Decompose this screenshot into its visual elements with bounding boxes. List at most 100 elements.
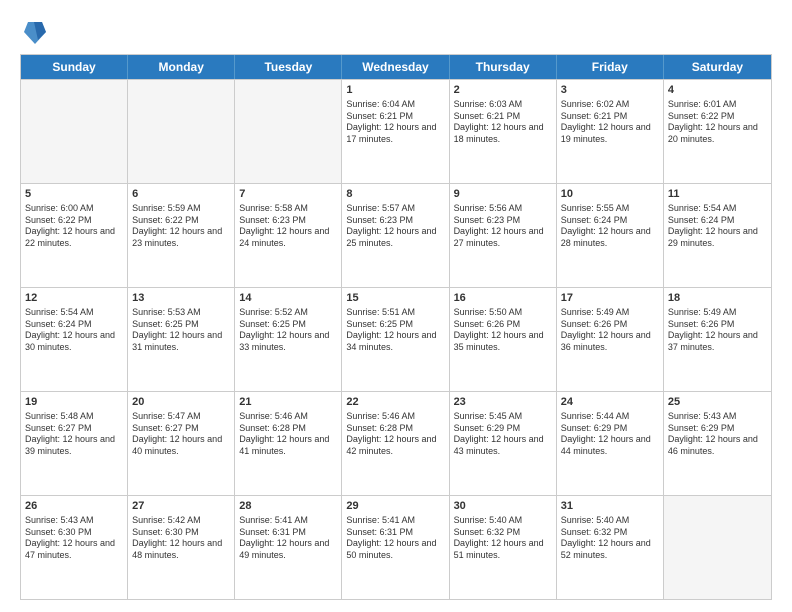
day-number: 27 — [132, 499, 230, 514]
day-number: 30 — [454, 499, 552, 514]
calendar-cell: 16Sunrise: 5:50 AM Sunset: 6:26 PM Dayli… — [450, 288, 557, 391]
calendar-cell: 26Sunrise: 5:43 AM Sunset: 6:30 PM Dayli… — [21, 496, 128, 599]
calendar-cell: 28Sunrise: 5:41 AM Sunset: 6:31 PM Dayli… — [235, 496, 342, 599]
weekday-header: Sunday — [21, 55, 128, 79]
calendar-body: 1Sunrise: 6:04 AM Sunset: 6:21 PM Daylig… — [21, 79, 771, 599]
day-number: 15 — [346, 291, 444, 306]
calendar-cell: 13Sunrise: 5:53 AM Sunset: 6:25 PM Dayli… — [128, 288, 235, 391]
calendar-cell: 5Sunrise: 6:00 AM Sunset: 6:22 PM Daylig… — [21, 184, 128, 287]
cell-text: Sunrise: 5:46 AM Sunset: 6:28 PM Dayligh… — [346, 411, 444, 458]
cell-text: Sunrise: 5:42 AM Sunset: 6:30 PM Dayligh… — [132, 515, 230, 562]
calendar-cell: 15Sunrise: 5:51 AM Sunset: 6:25 PM Dayli… — [342, 288, 449, 391]
calendar-cell: 29Sunrise: 5:41 AM Sunset: 6:31 PM Dayli… — [342, 496, 449, 599]
logo-icon — [24, 18, 46, 46]
cell-text: Sunrise: 5:47 AM Sunset: 6:27 PM Dayligh… — [132, 411, 230, 458]
calendar-cell: 3Sunrise: 6:02 AM Sunset: 6:21 PM Daylig… — [557, 80, 664, 183]
calendar-cell: 25Sunrise: 5:43 AM Sunset: 6:29 PM Dayli… — [664, 392, 771, 495]
calendar-row: 12Sunrise: 5:54 AM Sunset: 6:24 PM Dayli… — [21, 287, 771, 391]
day-number: 29 — [346, 499, 444, 514]
day-number: 19 — [25, 395, 123, 410]
cell-text: Sunrise: 5:50 AM Sunset: 6:26 PM Dayligh… — [454, 307, 552, 354]
cell-text: Sunrise: 5:52 AM Sunset: 6:25 PM Dayligh… — [239, 307, 337, 354]
calendar-cell: 8Sunrise: 5:57 AM Sunset: 6:23 PM Daylig… — [342, 184, 449, 287]
cell-text: Sunrise: 6:00 AM Sunset: 6:22 PM Dayligh… — [25, 203, 123, 250]
cell-text: Sunrise: 5:43 AM Sunset: 6:30 PM Dayligh… — [25, 515, 123, 562]
calendar-cell: 2Sunrise: 6:03 AM Sunset: 6:21 PM Daylig… — [450, 80, 557, 183]
day-number: 6 — [132, 187, 230, 202]
calendar-cell: 4Sunrise: 6:01 AM Sunset: 6:22 PM Daylig… — [664, 80, 771, 183]
day-number: 8 — [346, 187, 444, 202]
day-number: 24 — [561, 395, 659, 410]
day-number: 2 — [454, 83, 552, 98]
calendar-cell: 23Sunrise: 5:45 AM Sunset: 6:29 PM Dayli… — [450, 392, 557, 495]
cell-text: Sunrise: 5:55 AM Sunset: 6:24 PM Dayligh… — [561, 203, 659, 250]
day-number: 5 — [25, 187, 123, 202]
cell-text: Sunrise: 5:46 AM Sunset: 6:28 PM Dayligh… — [239, 411, 337, 458]
cell-text: Sunrise: 5:49 AM Sunset: 6:26 PM Dayligh… — [668, 307, 767, 354]
day-number: 28 — [239, 499, 337, 514]
cell-text: Sunrise: 5:58 AM Sunset: 6:23 PM Dayligh… — [239, 203, 337, 250]
day-number: 18 — [668, 291, 767, 306]
page-header — [20, 18, 772, 46]
calendar-row: 19Sunrise: 5:48 AM Sunset: 6:27 PM Dayli… — [21, 391, 771, 495]
cell-text: Sunrise: 5:54 AM Sunset: 6:24 PM Dayligh… — [25, 307, 123, 354]
day-number: 3 — [561, 83, 659, 98]
day-number: 16 — [454, 291, 552, 306]
calendar-cell: 21Sunrise: 5:46 AM Sunset: 6:28 PM Dayli… — [235, 392, 342, 495]
calendar-cell: 31Sunrise: 5:40 AM Sunset: 6:32 PM Dayli… — [557, 496, 664, 599]
calendar-cell: 6Sunrise: 5:59 AM Sunset: 6:22 PM Daylig… — [128, 184, 235, 287]
day-number: 31 — [561, 499, 659, 514]
cell-text: Sunrise: 6:02 AM Sunset: 6:21 PM Dayligh… — [561, 99, 659, 146]
day-number: 11 — [668, 187, 767, 202]
day-number: 21 — [239, 395, 337, 410]
cell-text: Sunrise: 5:41 AM Sunset: 6:31 PM Dayligh… — [346, 515, 444, 562]
cell-text: Sunrise: 5:41 AM Sunset: 6:31 PM Dayligh… — [239, 515, 337, 562]
weekday-header: Thursday — [450, 55, 557, 79]
calendar-cell — [21, 80, 128, 183]
calendar-cell: 19Sunrise: 5:48 AM Sunset: 6:27 PM Dayli… — [21, 392, 128, 495]
cell-text: Sunrise: 5:40 AM Sunset: 6:32 PM Dayligh… — [454, 515, 552, 562]
cell-text: Sunrise: 5:57 AM Sunset: 6:23 PM Dayligh… — [346, 203, 444, 250]
cell-text: Sunrise: 5:49 AM Sunset: 6:26 PM Dayligh… — [561, 307, 659, 354]
day-number: 13 — [132, 291, 230, 306]
cell-text: Sunrise: 6:03 AM Sunset: 6:21 PM Dayligh… — [454, 99, 552, 146]
cell-text: Sunrise: 5:48 AM Sunset: 6:27 PM Dayligh… — [25, 411, 123, 458]
calendar-cell: 30Sunrise: 5:40 AM Sunset: 6:32 PM Dayli… — [450, 496, 557, 599]
calendar-cell: 9Sunrise: 5:56 AM Sunset: 6:23 PM Daylig… — [450, 184, 557, 287]
calendar-cell: 12Sunrise: 5:54 AM Sunset: 6:24 PM Dayli… — [21, 288, 128, 391]
calendar-cell: 17Sunrise: 5:49 AM Sunset: 6:26 PM Dayli… — [557, 288, 664, 391]
cell-text: Sunrise: 5:51 AM Sunset: 6:25 PM Dayligh… — [346, 307, 444, 354]
calendar-header: SundayMondayTuesdayWednesdayThursdayFrid… — [21, 55, 771, 79]
day-number: 9 — [454, 187, 552, 202]
calendar-cell: 11Sunrise: 5:54 AM Sunset: 6:24 PM Dayli… — [664, 184, 771, 287]
day-number: 17 — [561, 291, 659, 306]
day-number: 14 — [239, 291, 337, 306]
calendar-cell — [235, 80, 342, 183]
calendar-cell: 1Sunrise: 6:04 AM Sunset: 6:21 PM Daylig… — [342, 80, 449, 183]
cell-text: Sunrise: 5:44 AM Sunset: 6:29 PM Dayligh… — [561, 411, 659, 458]
cell-text: Sunrise: 5:45 AM Sunset: 6:29 PM Dayligh… — [454, 411, 552, 458]
day-number: 4 — [668, 83, 767, 98]
cell-text: Sunrise: 5:54 AM Sunset: 6:24 PM Dayligh… — [668, 203, 767, 250]
calendar-cell: 27Sunrise: 5:42 AM Sunset: 6:30 PM Dayli… — [128, 496, 235, 599]
cell-text: Sunrise: 5:40 AM Sunset: 6:32 PM Dayligh… — [561, 515, 659, 562]
calendar-row: 5Sunrise: 6:00 AM Sunset: 6:22 PM Daylig… — [21, 183, 771, 287]
day-number: 7 — [239, 187, 337, 202]
day-number: 26 — [25, 499, 123, 514]
cell-text: Sunrise: 5:43 AM Sunset: 6:29 PM Dayligh… — [668, 411, 767, 458]
day-number: 20 — [132, 395, 230, 410]
day-number: 12 — [25, 291, 123, 306]
calendar-cell: 20Sunrise: 5:47 AM Sunset: 6:27 PM Dayli… — [128, 392, 235, 495]
calendar-row: 1Sunrise: 6:04 AM Sunset: 6:21 PM Daylig… — [21, 79, 771, 183]
calendar-cell: 14Sunrise: 5:52 AM Sunset: 6:25 PM Dayli… — [235, 288, 342, 391]
logo — [20, 18, 46, 46]
cell-text: Sunrise: 5:56 AM Sunset: 6:23 PM Dayligh… — [454, 203, 552, 250]
day-number: 10 — [561, 187, 659, 202]
calendar-cell: 10Sunrise: 5:55 AM Sunset: 6:24 PM Dayli… — [557, 184, 664, 287]
weekday-header: Monday — [128, 55, 235, 79]
cell-text: Sunrise: 6:01 AM Sunset: 6:22 PM Dayligh… — [668, 99, 767, 146]
cell-text: Sunrise: 6:04 AM Sunset: 6:21 PM Dayligh… — [346, 99, 444, 146]
day-number: 25 — [668, 395, 767, 410]
cell-text: Sunrise: 5:53 AM Sunset: 6:25 PM Dayligh… — [132, 307, 230, 354]
weekday-header: Wednesday — [342, 55, 449, 79]
